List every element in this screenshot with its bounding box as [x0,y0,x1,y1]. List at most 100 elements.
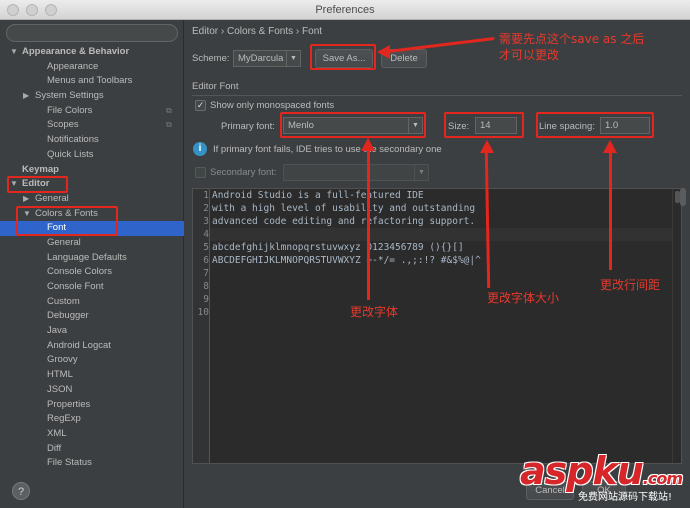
secondary-font-select[interactable]: ▼ [283,164,429,181]
line-number: 1 [203,190,209,201]
sidebar-item[interactable]: JSON [0,383,184,398]
sidebar-item[interactable]: Java [0,324,184,339]
window-title: Preferences [315,3,375,16]
sidebar-item-label: HTML [47,369,73,381]
help-button[interactable]: ? [12,482,30,500]
font-settings-panel: Editor › Colors & Fonts › Font Scheme: M… [185,20,690,508]
info-icon: i [193,142,207,156]
sidebar-item-label: Language Defaults [47,251,127,263]
settings-sidebar: ▼ Appearance & Behavior Appearance Menus an… [0,20,184,508]
section-divider [192,95,682,96]
sidebar-item[interactable]: Notifications [0,133,184,148]
preview-code-line: Android Studio is a full-featured IDE [212,190,424,201]
line-number: 4 [203,229,209,240]
chevron-down-icon: ▼ [414,165,428,180]
arrowhead-up-icon [361,138,375,151]
sidebar-item[interactable]: XML [0,427,184,442]
sidebar-item[interactable]: Console Colors [0,265,184,280]
line-number: 8 [203,281,209,292]
sidebar-item[interactable]: RegExp [0,412,184,427]
sidebar-item-label: Diff [47,442,62,454]
sidebar-item-label: JSON [47,383,73,395]
annotation-box-primary-font [280,112,426,138]
monospaced-label: Show only monospaced fonts [210,100,335,111]
sidebar-item[interactable]: ▼ Appearance & Behavior [0,45,184,60]
line-number: 6 [203,255,209,266]
annotation-size-note: 更改字体大小 [487,291,560,305]
chevron-right-icon[interactable]: ▶ [23,192,29,207]
sidebar-item[interactable]: Diff [0,442,184,457]
preview-code-line: abcdefghijklmnopqrstuvwxyz 0123456789 ()… [212,242,464,253]
panel-scrollbar-thumb[interactable] [680,188,686,206]
sidebar-item-label: Keymap [22,163,59,175]
annotation-box-editor [7,176,68,193]
sidebar-item[interactable]: Appearance [0,60,184,75]
sidebar-item-label: General [35,192,69,204]
chevron-down-icon: ▼ [286,51,300,66]
sidebar-item[interactable]: Groovy [0,353,184,368]
sidebar-item[interactable]: Debugger [0,309,184,324]
annotation-save-as-note-2: 才可以更改 [499,48,560,62]
sidebar-item[interactable]: Properties [0,398,184,413]
sidebar-item-label: Java [47,325,68,337]
sidebar-item-label: Properties [47,398,91,410]
sidebar-item-label: Console Font [47,281,104,292]
line-number: 2 [203,203,209,214]
sidebar-item-label: Quick Lists [47,148,94,160]
arrowhead-left-icon [377,45,390,59]
aspku-watermark-logo: aspku.com [520,449,683,493]
sidebar-item-label: Android Logcat [47,339,111,351]
sidebar-item-label: Console Colors [47,266,112,278]
minimize-window-button[interactable] [26,4,38,16]
sidebar-item-label: Appearance & Behavior [22,46,130,57]
sidebar-item[interactable]: Menus and Toolbars [0,74,184,89]
chevron-down-icon[interactable]: ▼ [10,45,18,60]
scheme-select[interactable]: MyDarcula ▼ [233,50,301,67]
annotation-box-size [444,112,524,138]
sidebar-item[interactable]: Language Defaults [0,251,184,266]
project-scope-icon: ⧉ [166,120,172,130]
sidebar-item[interactable]: Quick Lists [0,148,184,163]
annotation-save-as-note-1: 需要先点这个save as 之后 [499,32,645,46]
sidebar-item[interactable]: ▶ General [0,192,184,207]
window-titlebar: Preferences [0,0,690,20]
preview-code-line: advanced code editing and refactoring su… [212,216,476,227]
line-number: 10 [197,307,209,318]
annotation-font-note: 更改字体 [350,305,399,319]
secondary-font-checkbox[interactable] [195,167,206,178]
sidebar-item[interactable]: Console Font [0,280,184,295]
sidebar-item-label: Menus and Toolbars [47,75,133,87]
zoom-window-button[interactable] [45,4,57,16]
monospaced-checkbox[interactable]: ✓ [195,100,206,111]
primary-font-label: Primary font: [221,121,275,132]
line-number: 9 [203,294,209,305]
annotation-arrow-line-spacing [609,152,612,270]
settings-tree: ▼ Appearance & Behavior Appearance Menus an… [0,45,184,471]
sidebar-item[interactable]: General [0,236,184,251]
settings-search-input[interactable] [6,24,178,42]
secondary-font-label: Secondary font: [210,167,277,178]
sidebar-item[interactable]: File Status [0,456,184,471]
sidebar-item-label: System Settings [35,90,104,102]
sidebar-item-label: Groovy [47,354,78,366]
chevron-right-icon[interactable]: ▶ [23,89,29,104]
sidebar-item-label: File Status [47,457,92,469]
sidebar-item[interactable]: File Colors ⧉ [0,104,184,119]
close-window-button[interactable] [7,4,19,16]
sidebar-item-label: File Colors [47,104,93,116]
sidebar-item[interactable]: HTML [0,368,184,383]
preview-scrollbar[interactable] [672,189,681,463]
scheme-select-value: MyDarcula [238,53,284,64]
breadcrumb: Editor › Colors & Fonts › Font [192,26,323,37]
sidebar-item[interactable]: Scopes ⧉ [0,118,184,133]
window-controls [7,4,57,16]
arrowhead-up-icon [480,140,494,153]
fallback-info-text: If primary font fails, IDE tries to use … [213,144,442,155]
sidebar-item[interactable]: ▶ System Settings [0,89,184,104]
sidebar-item[interactable]: Keymap [0,163,184,178]
sidebar-item[interactable]: Custom [0,295,184,310]
sidebar-item[interactable]: Android Logcat [0,339,184,354]
sidebar-item-label: Debugger [47,310,89,322]
sidebar-item-label: Appearance [47,60,99,72]
annotation-arrow-font [367,150,370,300]
